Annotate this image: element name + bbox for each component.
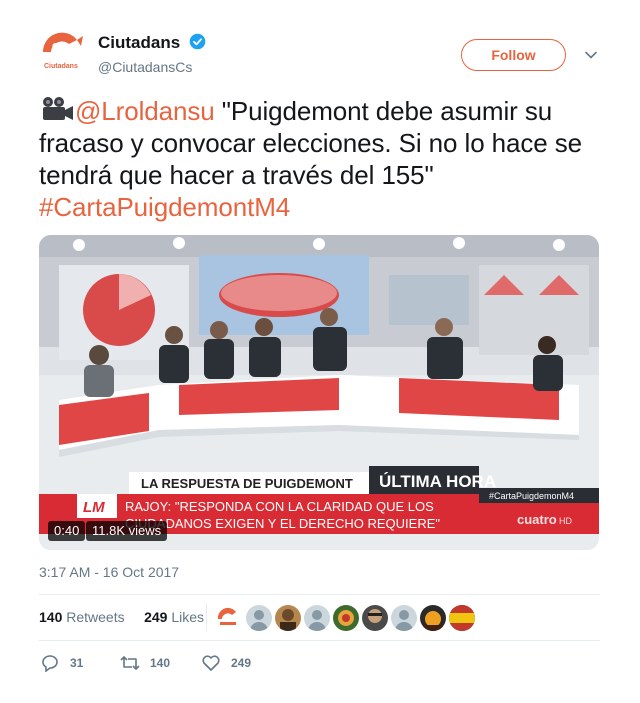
svg-text:Cs: Cs xyxy=(52,42,65,53)
user-handle[interactable]: @CiutadansCs xyxy=(98,59,192,75)
movie-camera-icon xyxy=(43,97,73,120)
heart-icon xyxy=(202,655,220,671)
like-button[interactable]: 249 xyxy=(201,654,251,672)
retweets-label: Retweets xyxy=(66,609,125,625)
svg-text:RAJOY: "RESPONDA CON LA CLARID: RAJOY: "RESPONDA CON LA CLARIDAD QUE LOS xyxy=(125,499,434,514)
avatar[interactable]: Cs Ciutadans xyxy=(39,28,85,74)
retweet-icon xyxy=(120,656,140,670)
retweet-count: 140 xyxy=(150,656,171,670)
ciutadans-logo-icon: Cs Ciutadans xyxy=(39,28,85,74)
retweets-count: 140 xyxy=(39,609,63,625)
likes-count: 249 xyxy=(144,609,168,625)
video-player[interactable]: LA RESPUESTA DE PUIGDEMONT ÚLTIMA HORA #… xyxy=(39,235,599,550)
video-duration-badge: 0:40 xyxy=(48,521,86,541)
hashtag-link[interactable]: #CartaPuigdemontM4 xyxy=(39,191,604,223)
display-name[interactable]: Ciutadans xyxy=(98,33,206,53)
tweet-text: @Lroldansu "Puigdemont debe asumir su fr… xyxy=(39,95,604,223)
likes-label: Likes xyxy=(171,609,204,625)
tweet-stats: 140 Retweets 249 Likes xyxy=(39,609,204,625)
svg-text:Ciutadans: Ciutadans xyxy=(44,63,78,70)
reply-icon xyxy=(42,655,58,672)
video-thumbnail: LA RESPUESTA DE PUIGDEMONT ÚLTIMA HORA #… xyxy=(39,235,599,550)
retweets-stat[interactable]: 140 Retweets xyxy=(39,609,125,625)
liker-avatar[interactable] xyxy=(391,605,417,631)
liker-avatar[interactable] xyxy=(362,605,388,631)
reply-count: 31 xyxy=(70,656,84,670)
tweet-timestamp[interactable]: 3:17 AM - 16 Oct 2017 xyxy=(39,564,179,580)
video-views-badge: 11.8K views xyxy=(86,521,168,541)
svg-text:CIUDADANOS EXIGEN Y EL DERECHO: CIUDADANOS EXIGEN Y EL DERECHO REQUIERE" xyxy=(125,516,440,531)
mention-link[interactable]: @Lroldansu xyxy=(75,96,215,126)
like-count: 249 xyxy=(231,656,252,670)
liker-avatar[interactable] xyxy=(449,605,475,631)
chevron-down-icon[interactable] xyxy=(584,48,598,62)
follow-button[interactable]: Follow xyxy=(461,39,566,71)
liker-avatar[interactable] xyxy=(275,605,301,631)
liker-avatar[interactable] xyxy=(304,605,330,631)
liker-avatar[interactable] xyxy=(215,605,241,631)
liker-avatar[interactable] xyxy=(246,605,272,631)
retweet-button[interactable]: 140 xyxy=(120,654,170,672)
likes-stat[interactable]: 249 Likes xyxy=(144,609,204,625)
reply-button[interactable]: 31 xyxy=(40,654,83,672)
svg-text:HD: HD xyxy=(559,516,572,526)
stats-separator xyxy=(206,603,207,631)
divider xyxy=(39,640,600,641)
display-name-text[interactable]: Ciutadans xyxy=(98,33,180,52)
svg-text:ÚLTIMA HORA: ÚLTIMA HORA xyxy=(379,472,496,491)
liker-avatar[interactable] xyxy=(420,605,446,631)
svg-text:cuatro: cuatro xyxy=(517,512,557,527)
divider xyxy=(39,594,600,595)
verified-badge-icon xyxy=(189,33,206,50)
svg-text:#CartaPuigdemonM4: #CartaPuigdemonM4 xyxy=(489,491,574,501)
liker-avatar[interactable] xyxy=(333,605,359,631)
svg-text:LM: LM xyxy=(83,499,105,516)
svg-text:LA RESPUESTA DE PUIGDEMONT: LA RESPUESTA DE PUIGDEMONT xyxy=(141,476,353,491)
